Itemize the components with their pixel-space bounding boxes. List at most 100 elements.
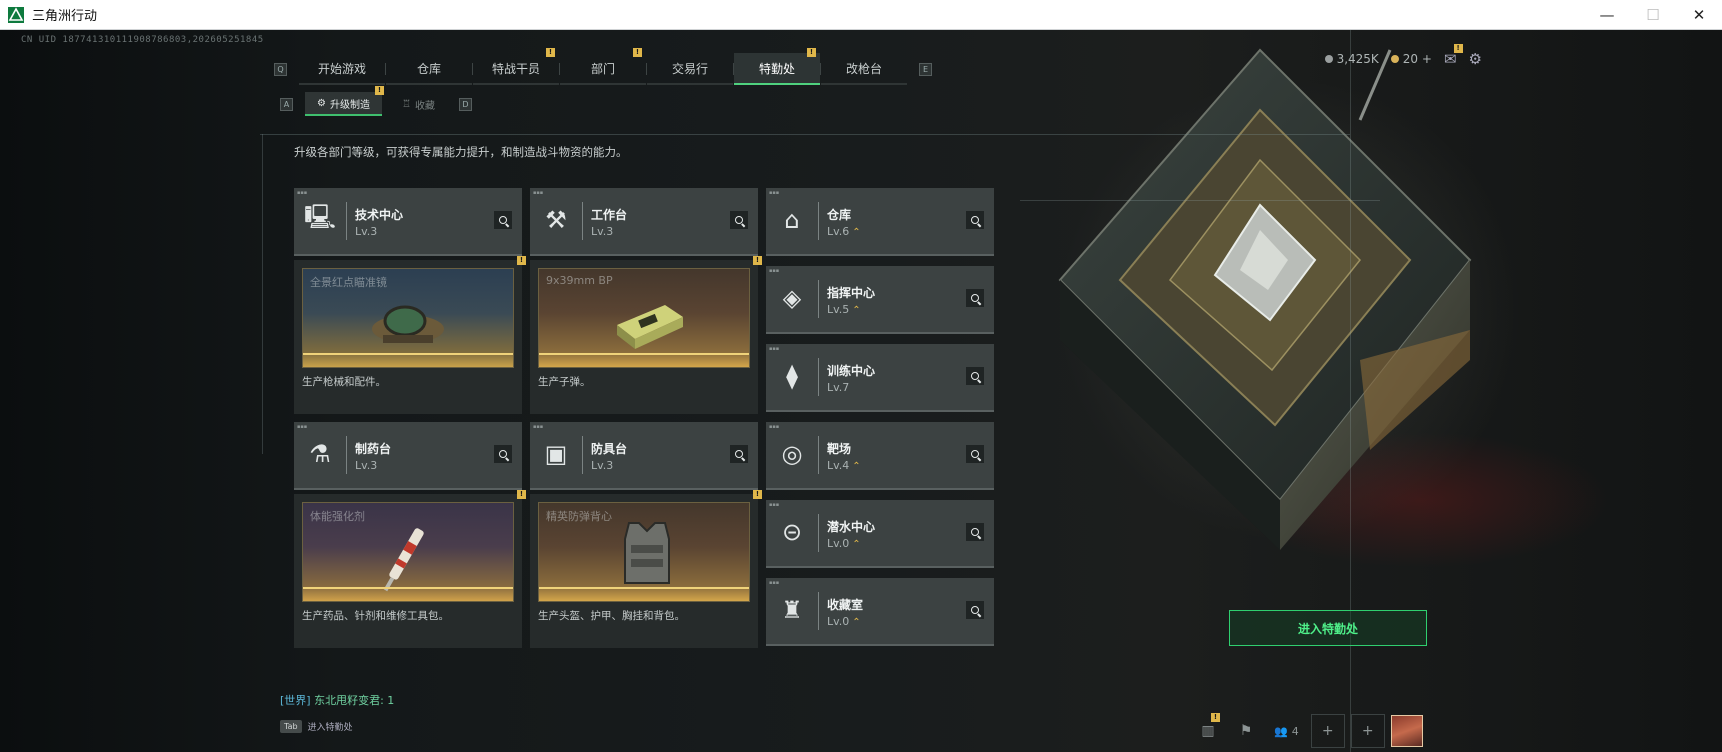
magnifier-glyph bbox=[971, 372, 979, 380]
card-separator bbox=[818, 280, 819, 318]
search-icon[interactable] bbox=[966, 367, 984, 385]
sub-tab-bar: A ⚙ 升级制造 ! ♖ 收藏 D bbox=[280, 86, 472, 116]
close-button[interactable]: ✕ bbox=[1676, 0, 1722, 30]
squad-members[interactable]: 👥 4 bbox=[1268, 715, 1305, 747]
subtab-label: 收藏 bbox=[414, 100, 435, 112]
dumbbell-icon: ⧫ bbox=[786, 362, 798, 390]
settings-gear-icon[interactable]: ⚙ bbox=[1469, 50, 1482, 68]
search-icon[interactable] bbox=[730, 211, 748, 229]
tab-key-hint[interactable]: Tab 进入特勤处 bbox=[280, 720, 353, 733]
magnifier-glyph bbox=[971, 450, 979, 458]
microscope-icon: ⚗ bbox=[309, 440, 331, 468]
user-uid: CN UID 187741310111908786803,20260525184… bbox=[21, 35, 264, 45]
dept-level-text: Lv.3 bbox=[591, 225, 614, 238]
notification-badge: ! bbox=[753, 490, 762, 499]
card-separator bbox=[818, 592, 819, 630]
card-separator bbox=[582, 202, 583, 240]
player-avatar[interactable] bbox=[1390, 715, 1423, 747]
tab-label: 特勤处 bbox=[758, 61, 795, 76]
stats-bar-icon[interactable]: ▥! bbox=[1192, 713, 1224, 747]
search-icon[interactable] bbox=[966, 211, 984, 229]
window-title: 三角洲行动 bbox=[32, 9, 98, 24]
tab-trading[interactable]: 交易行 bbox=[647, 53, 733, 85]
craft-card-medical[interactable]: 体能强化剂 ! 生产药品、针剂和维修工具包。 bbox=[294, 490, 526, 648]
notification-badge: ! bbox=[374, 86, 384, 95]
game-scene: CN UID 187741310111908786803,20260525184… bbox=[0, 30, 1722, 752]
tab-department[interactable]: 部门! bbox=[560, 48, 646, 85]
tab-special-ops[interactable]: 特勤处! bbox=[734, 48, 820, 85]
rarity-bar bbox=[303, 353, 513, 355]
card-corner-mark: ▪▪▪ bbox=[769, 580, 780, 586]
dept-card-shooting-range[interactable]: ▪▪▪ ◎ 靶场 Lv.4 ⌃ bbox=[766, 422, 994, 490]
currency-hud: 3,425K 20 + ✉! ⚙ bbox=[1324, 44, 1482, 68]
wrench-icon: ⚙ bbox=[317, 97, 326, 109]
magnifier-glyph bbox=[499, 216, 507, 224]
search-icon[interactable] bbox=[494, 211, 512, 229]
dept-card-armor-bench[interactable]: ▪▪▪ ▣ 防具台 Lv.3 bbox=[530, 422, 758, 490]
decor-line bbox=[262, 134, 263, 454]
card-corner-mark: ▪▪▪ bbox=[533, 190, 544, 196]
flag-icon[interactable]: ⚑ bbox=[1230, 715, 1262, 747]
card-corner-mark: ▪▪▪ bbox=[533, 424, 544, 430]
world-chat-line[interactable]: [世界] 东北甩籽变君: 1 bbox=[280, 692, 394, 708]
dept-level: Lv.3 bbox=[591, 225, 613, 238]
dept-card-collection-room[interactable]: ▪▪▪ ♜ 收藏室 Lv.0 ⌃ bbox=[766, 578, 994, 646]
search-icon[interactable] bbox=[966, 601, 984, 619]
maximize-button[interactable]: ☐ bbox=[1630, 0, 1676, 30]
search-icon[interactable] bbox=[730, 445, 748, 463]
craft-card-weapons[interactable]: 全景红点瞄准镜 ! 生产枪械和配件。 bbox=[294, 256, 526, 414]
dept-level: Lv.3 bbox=[591, 459, 613, 472]
special-ops-building-illustration bbox=[1058, 48, 1472, 550]
tab-label: 仓库 bbox=[416, 61, 441, 76]
card-separator bbox=[818, 436, 819, 474]
craft-card-armor[interactable]: 精英防弹背心 ! 生产头盔、护甲、胸挂和背包。 bbox=[530, 490, 762, 648]
craft-item-name: 精英防弹背心 bbox=[546, 510, 612, 523]
main-tab-bar: Q 开始游戏 仓库 特战干员! 部门! 交易行 特勤处! 改枪台 E bbox=[274, 48, 932, 86]
tab-start-game[interactable]: 开始游戏 bbox=[299, 53, 385, 85]
invite-slot-button[interactable]: + bbox=[1310, 714, 1345, 748]
squad-count: 4 bbox=[1291, 724, 1299, 738]
subtab-upgrade-craft[interactable]: ⚙ 升级制造 ! bbox=[305, 86, 384, 116]
chat-message: 东北甩籽变君: 1 bbox=[314, 694, 395, 707]
dept-card-command-center[interactable]: ▪▪▪ ◈ 指挥中心 Lv.5 ⌃ bbox=[766, 266, 994, 334]
search-icon[interactable] bbox=[966, 445, 984, 463]
tab-warehouse[interactable]: 仓库 bbox=[386, 53, 472, 85]
dept-card-tech-center[interactable]: ▪▪▪ 🖳 技术中心 Lv.3 bbox=[294, 188, 522, 256]
add-gold-button[interactable]: + bbox=[1422, 52, 1432, 66]
rarity-bar bbox=[539, 587, 749, 589]
subtab-label: 升级制造 bbox=[329, 99, 370, 111]
notification-badge: ! bbox=[546, 48, 555, 57]
tab-operators[interactable]: 特战干员! bbox=[473, 48, 559, 85]
dept-card-training-center[interactable]: ▪▪▪ ⧫ 训练中心 Lv.7 bbox=[766, 344, 994, 412]
page-description: 升级各部门等级，可获得专属能力提升，和制造战斗物资的能力。 bbox=[294, 145, 628, 159]
dept-card-diving-center[interactable]: ▪▪▪ ⊝ 潜水中心 Lv.0 ⌃ bbox=[766, 500, 994, 568]
upgrade-available-icon: ⌃ bbox=[852, 539, 861, 550]
search-icon[interactable] bbox=[494, 445, 512, 463]
enter-special-ops-button[interactable]: 进入特勤处 bbox=[1229, 610, 1427, 646]
command-diamond-icon: ◈ bbox=[782, 284, 802, 312]
dept-level: Lv.0 ⌃ bbox=[827, 615, 861, 628]
gold-currency[interactable]: 20 + bbox=[1390, 52, 1432, 66]
dept-card-pharmacy[interactable]: ▪▪▪ ⚗ 制药台 Lv.3 bbox=[294, 422, 522, 490]
minimize-button[interactable]: — bbox=[1584, 0, 1630, 30]
search-icon[interactable] bbox=[966, 289, 984, 307]
subtab-collection[interactable]: ♖ 收藏 bbox=[390, 93, 447, 115]
key-hint-next-subtab: D bbox=[458, 97, 472, 111]
craft-card-ammo[interactable]: 9x39mm BP ! 生产子弹。 bbox=[530, 256, 762, 414]
warehouse-icon: ⌂ bbox=[784, 206, 800, 234]
tab-key: Tab bbox=[280, 720, 302, 733]
invite-slot-button[interactable]: + bbox=[1350, 714, 1385, 748]
dept-card-workbench[interactable]: ▪▪▪ ⚒ 工作台 Lv.3 bbox=[530, 188, 758, 256]
tab-label: 特战干员 bbox=[491, 61, 540, 76]
craft-item-image: 全景红点瞄准镜 bbox=[302, 268, 514, 368]
card-corner-mark: ▪▪▪ bbox=[297, 424, 308, 430]
card-corner-mark: ▪▪▪ bbox=[769, 346, 780, 352]
card-separator bbox=[818, 358, 819, 396]
tab-gunsmith[interactable]: 改枪台 bbox=[821, 53, 907, 85]
craft-item-image: 9x39mm BP bbox=[538, 268, 750, 368]
dept-name: 指挥中心 bbox=[827, 286, 876, 300]
search-icon[interactable] bbox=[966, 523, 984, 541]
mail-icon[interactable]: ✉! bbox=[1444, 44, 1463, 68]
dept-card-warehouse[interactable]: ▪▪▪ ⌂ 仓库 Lv.6 ⌃ bbox=[766, 188, 994, 256]
users-icon: 👥 bbox=[1274, 724, 1288, 738]
